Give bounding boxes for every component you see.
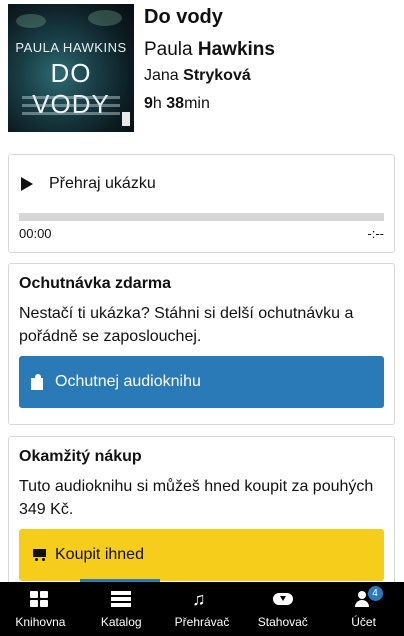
book-title: Do vody xyxy=(144,6,223,28)
free-sample-card: Ochutnávka zdarma Nestačí ti ukázka? Stá… xyxy=(8,263,395,425)
play-sample-label: Přehraj ukázku xyxy=(49,175,156,192)
instant-buy-description: Tuto audioknihu si můžeš hned koupit za … xyxy=(19,478,374,518)
cover-decoration xyxy=(88,10,122,26)
nav-label-catalog: Katalog xyxy=(100,615,142,629)
total-time: -:-- xyxy=(367,226,384,241)
book-cover: PAULA HAWKINS DO VODY xyxy=(8,4,134,132)
nav-item-catalog[interactable]: Katalog xyxy=(81,582,162,636)
play-sample-button[interactable]: Přehraj ukázku xyxy=(21,175,156,193)
cloud-download-icon xyxy=(272,591,293,607)
nav-item-library[interactable]: Knihovna xyxy=(0,582,81,636)
duration-hours-unit: h xyxy=(152,95,162,112)
nav-item-downloader[interactable]: Stahovač xyxy=(242,582,323,636)
instant-buy-heading: Okamžitý nákup xyxy=(19,448,142,465)
list-icon xyxy=(111,591,132,607)
grid-icon xyxy=(30,591,50,607)
author-first-name: Paula xyxy=(144,39,193,60)
nav-label-player: Přehrávač xyxy=(174,615,230,629)
play-icon xyxy=(21,177,33,191)
book-meta: Do vody Paula Hawkins Jana Stryková 9h 3… xyxy=(144,6,275,113)
bottom-navigation: Knihovna Katalog ♫ Přehrávač Stahovač 4 … xyxy=(0,582,404,636)
cover-author: PAULA HAWKINS xyxy=(15,40,127,55)
book-header: PAULA HAWKINS DO VODY Do vody Paula Hawk… xyxy=(8,4,398,134)
book-narrator[interactable]: Jana Stryková xyxy=(144,67,275,85)
nav-item-player[interactable]: ♫ Přehrávač xyxy=(162,582,243,636)
try-audiobook-label: Ochutnej audioknihu xyxy=(55,373,201,390)
cover-decoration xyxy=(16,14,46,28)
instant-buy-card: Okamžitý nákup Tuto audioknihu si můžeš … xyxy=(8,436,395,596)
duration-hours: 9 xyxy=(144,95,153,112)
puzzle-icon xyxy=(31,374,47,390)
cart-icon xyxy=(31,548,47,562)
buy-now-label: Koupit ihned xyxy=(55,546,144,563)
book-author[interactable]: Paula Hawkins xyxy=(144,39,275,61)
cover-text-lines xyxy=(22,96,120,120)
current-time: 00:00 xyxy=(19,226,52,241)
sample-player: Přehraj ukázku 00:00 -:-- xyxy=(8,154,395,253)
account-notification-badge: 4 xyxy=(367,586,383,601)
try-audiobook-button[interactable]: Ochutnej audioknihu xyxy=(19,356,384,408)
music-icon: ♫ xyxy=(191,589,206,609)
narrator-last-name: Stryková xyxy=(183,67,251,84)
buy-now-button[interactable]: Koupit ihned xyxy=(19,529,384,581)
book-duration: 9h 38min xyxy=(144,95,275,113)
nav-item-account[interactable]: 4 Účet xyxy=(323,582,404,636)
free-sample-heading: Ochutnávka zdarma xyxy=(19,275,172,292)
duration-minutes: 38 xyxy=(166,95,185,112)
player-progress-bar[interactable] xyxy=(19,213,384,221)
nav-label-downloader: Stahovač xyxy=(257,615,308,629)
publisher-logo xyxy=(122,112,130,126)
author-last-name: Hawkins xyxy=(197,39,275,60)
nav-label-library: Knihovna xyxy=(15,615,66,629)
duration-minutes-unit: min xyxy=(184,95,210,112)
narrator-first-name: Jana xyxy=(144,67,179,84)
free-sample-description: Nestačí ti ukázka? Stáhni si delší ochut… xyxy=(19,305,354,345)
nav-label-account: Účet xyxy=(351,615,376,629)
